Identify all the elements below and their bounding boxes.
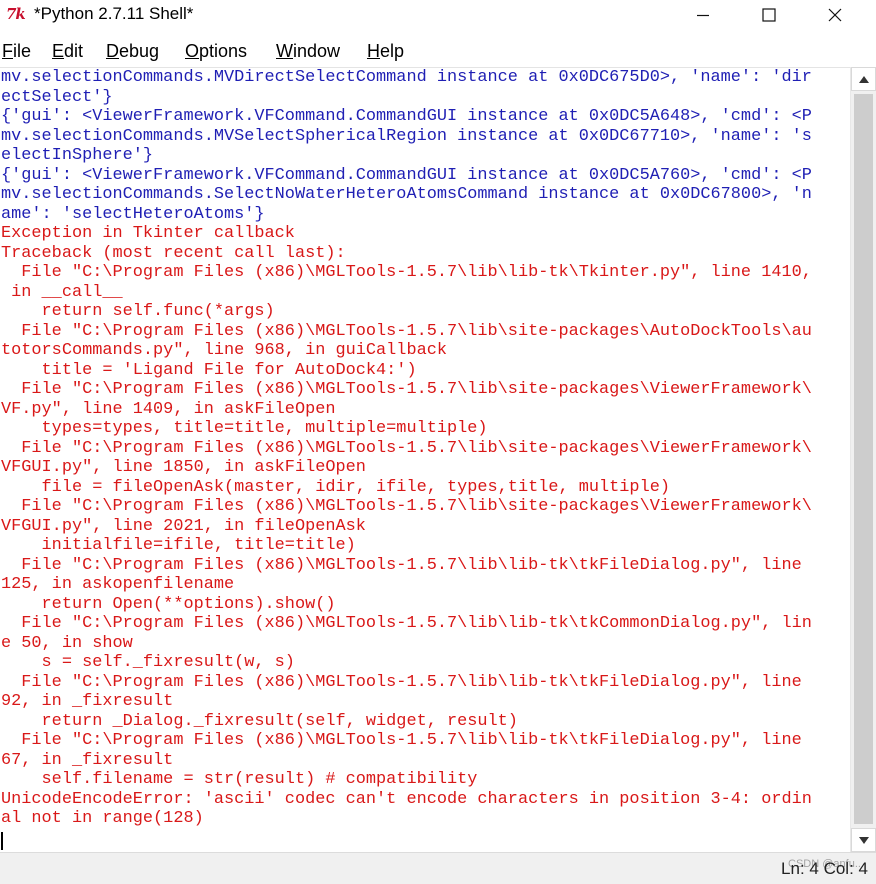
traceback-line: return self.func(*args) <box>1 302 275 321</box>
output-line: electInSphere'} <box>1 146 154 165</box>
traceback-line: File "C:\Program Files (x86)\MGLTools-1.… <box>1 555 802 575</box>
traceback-line: 92, in _fixresult <box>1 692 174 711</box>
title-bar: 7k *Python 2.7.11 Shell* <box>0 0 876 30</box>
scroll-thumb[interactable] <box>854 94 873 824</box>
traceback-line: File "C:\Program Files (x86)\MGLTools-1.… <box>1 438 812 458</box>
output-line: {'gui': <ViewerFramework.VFCommand.Comma… <box>1 165 812 185</box>
menu-options[interactable]: Options <box>185 40 247 62</box>
maximize-icon <box>762 8 776 22</box>
shell-text-area[interactable]: mv.selectionCommands.MVDirectSelectComma… <box>0 67 850 852</box>
traceback-line: File "C:\Program Files (x86)\MGLTools-1.… <box>1 263 812 282</box>
output-line: mv.selectionCommands.SelectNoWaterHetero… <box>1 185 812 204</box>
minimize-button[interactable] <box>680 0 726 30</box>
output-line: mv.selectionCommands.MVDirectSelectComma… <box>1 68 812 87</box>
traceback-line: File "C:\Program Files (x86)\MGLTools-1.… <box>1 380 812 399</box>
traceback-line: in __call__ <box>1 282 123 302</box>
traceback-line: UnicodeEncodeError: 'ascii' codec can't … <box>1 789 812 809</box>
output-line: mv.selectionCommands.MVSelectSphericalRe… <box>1 126 812 146</box>
traceback-line: File "C:\Program Files (x86)\MGLTools-1.… <box>1 321 812 341</box>
window-title: *Python 2.7.11 Shell* <box>34 4 194 23</box>
close-icon <box>828 8 842 22</box>
tk-feather-icon: 7k <box>6 5 26 23</box>
traceback-line: s = self._fixresult(w, s) <box>1 653 295 672</box>
output-line: {'gui': <ViewerFramework.VFCommand.Comma… <box>1 107 812 126</box>
menu-edit[interactable]: Edit <box>52 40 83 62</box>
traceback-line: file = fileOpenAsk(master, idir, ifile, … <box>1 477 670 497</box>
traceback-line: title = 'Ligand File for AutoDock4:') <box>1 360 417 380</box>
triangle-up-icon <box>858 75 869 83</box>
traceback-line: VFGUI.py", line 1850, in askFileOpen <box>1 458 366 477</box>
menu-help[interactable]: Help <box>367 40 404 62</box>
menu-bar: File Edit Debug Options Window Help <box>0 38 876 64</box>
traceback-line: return _Dialog._fixresult(self, widget, … <box>1 711 518 731</box>
traceback-line: File "C:\Program Files (x86)\MGLTools-1.… <box>1 731 802 750</box>
maximize-button[interactable] <box>746 0 792 30</box>
triangle-down-icon <box>858 836 869 844</box>
shell-output: mv.selectionCommands.MVDirectSelectComma… <box>1 68 812 829</box>
output-line: ame': 'selectHeteroAtoms'} <box>1 204 265 224</box>
traceback-line: 125, in askopenfilename <box>1 575 235 594</box>
traceback-line: return Open(**options).show() <box>1 594 336 614</box>
traceback-line: File "C:\Program Files (x86)\MGLTools-1.… <box>1 614 812 633</box>
status-bar: CSDN @anfu... Ln: 4 Col: 4 <box>0 852 876 884</box>
traceback-line: al not in range(128) <box>1 809 204 828</box>
traceback-line: File "C:\Program Files (x86)\MGLTools-1.… <box>1 672 802 692</box>
traceback-line: initialfile=ifile, title=title) <box>1 536 356 555</box>
traceback-line: e 50, in show <box>1 633 133 653</box>
menu-debug[interactable]: Debug <box>106 40 159 62</box>
scroll-up-button[interactable] <box>851 67 876 91</box>
traceback-line: self.filename = str(result) # compatibil… <box>1 770 478 789</box>
text-cursor <box>1 832 3 850</box>
traceback-line: File "C:\Program Files (x86)\MGLTools-1.… <box>1 497 812 516</box>
menu-file[interactable]: File <box>2 40 31 62</box>
menu-window[interactable]: Window <box>276 40 340 62</box>
traceback-line: Exception in Tkinter callback <box>1 224 295 243</box>
traceback-line: types=types, title=title, multiple=multi… <box>1 419 488 438</box>
output-line: ectSelect'} <box>1 87 113 107</box>
traceback-line: VF.py", line 1409, in askFileOpen <box>1 399 336 419</box>
traceback-line: totorsCommands.py", line 968, in guiCall… <box>1 341 447 360</box>
scroll-down-button[interactable] <box>851 828 876 852</box>
cursor-position: Ln: 4 Col: 4 <box>781 859 868 878</box>
minimize-icon <box>697 14 709 17</box>
traceback-line: Traceback (most recent call last): <box>1 243 346 263</box>
vertical-scrollbar[interactable] <box>850 67 876 852</box>
traceback-line: VFGUI.py", line 2021, in fileOpenAsk <box>1 516 366 536</box>
close-button[interactable] <box>812 0 858 30</box>
traceback-line: 67, in _fixresult <box>1 750 174 770</box>
